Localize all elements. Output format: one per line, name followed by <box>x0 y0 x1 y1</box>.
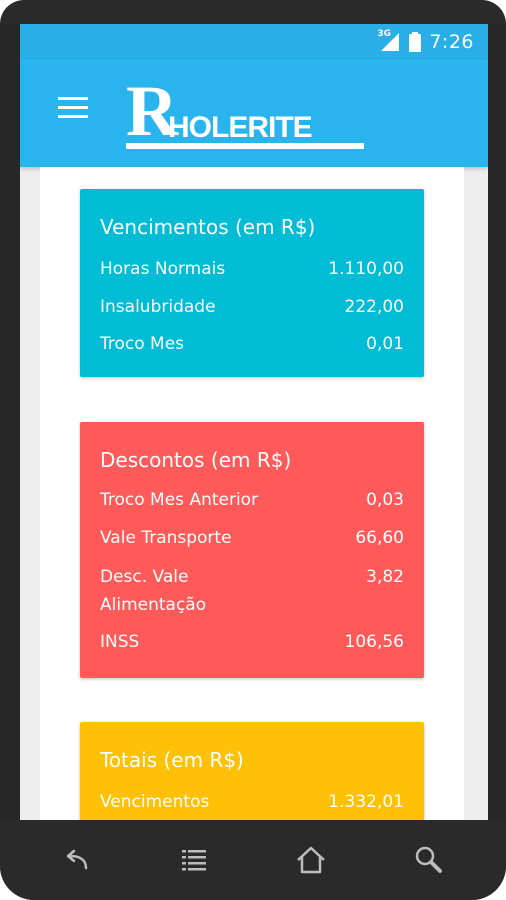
row-value: 106,56 <box>344 632 404 652</box>
row-value: 1.332,01 <box>328 792 404 812</box>
system-navigation-bar <box>0 820 506 900</box>
row-value: 222,00 <box>344 297 404 317</box>
battery-icon <box>409 32 422 52</box>
status-bar: 3G 7:26 <box>20 24 488 59</box>
row-value: 1.110,00 <box>328 259 404 279</box>
device-bezel-left <box>0 24 20 820</box>
row-label: Vale Transporte <box>100 528 232 548</box>
card-totais: Totais (em R$) Vencimentos 1.332,01 <box>80 722 424 820</box>
row-value: 0,03 <box>366 490 404 510</box>
status-icons: 3G 7:26 <box>377 29 474 54</box>
screen: 3G 7:26 R HOLERITE Vencimentos (em R$) H… <box>20 24 488 820</box>
app-bar: R HOLERITE <box>20 59 488 167</box>
row-label: Desc. Vale <box>100 567 189 587</box>
card-title: Vencimentos (em R$) <box>100 215 316 239</box>
row-label: Horas Normais <box>100 259 226 279</box>
card-descontos: Descontos (em R$) Troco Mes Anterior 0,0… <box>80 422 424 678</box>
main-content: Vencimentos (em R$) Horas Normais 1.110,… <box>40 167 464 820</box>
device-bezel-top <box>0 0 506 24</box>
clock: 7:26 <box>429 31 474 53</box>
app-logo: R HOLERITE <box>126 73 364 151</box>
card-title: Totais (em R$) <box>100 748 244 772</box>
row-value: 0,01 <box>366 334 404 354</box>
home-icon[interactable] <box>293 842 329 878</box>
signal-icon: 3G <box>377 29 401 53</box>
device-frame: 3G 7:26 R HOLERITE Vencimentos (em R$) H… <box>0 0 506 900</box>
row-label: Troco Mes Anterior <box>100 490 259 510</box>
row-value: 3,82 <box>366 567 404 587</box>
row-label: Insalubridade <box>100 297 216 317</box>
svg-text:HOLERITE: HOLERITE <box>168 111 312 144</box>
row-label: INSS <box>100 632 140 652</box>
card-vencimentos: Vencimentos (em R$) Horas Normais 1.110,… <box>80 189 424 377</box>
row-label: Alimentação <box>100 595 207 615</box>
menu-list-icon[interactable] <box>176 842 212 878</box>
hamburger-menu-icon[interactable] <box>58 97 88 125</box>
row-label: Vencimentos <box>100 792 210 812</box>
device-bezel-right <box>488 24 506 820</box>
card-title: Descontos (em R$) <box>100 448 292 472</box>
row-value: 66,60 <box>355 528 404 548</box>
back-icon[interactable] <box>58 842 94 878</box>
search-icon[interactable] <box>410 842 446 878</box>
row-label: Troco Mes <box>100 334 185 354</box>
